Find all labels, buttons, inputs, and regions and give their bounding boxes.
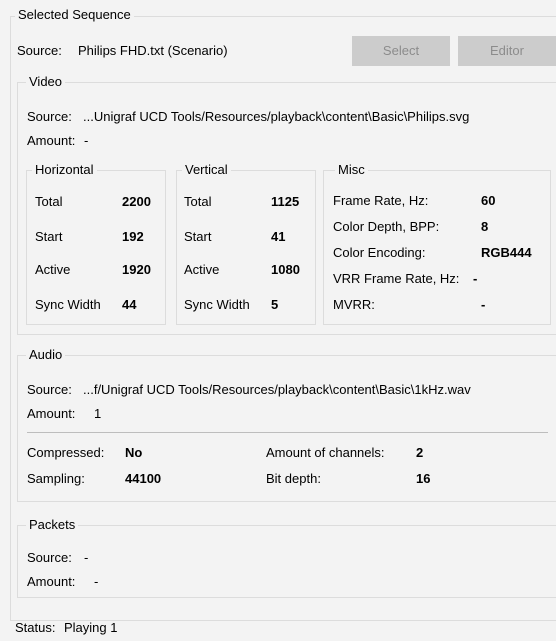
misc-vrr-frame-rate-label: VRR Frame Rate, Hz: bbox=[333, 271, 460, 286]
select-button[interactable]: Select bbox=[352, 36, 450, 66]
status-label: Status: bbox=[15, 620, 56, 635]
audio-channels-value: 2 bbox=[416, 445, 424, 460]
vertical-total-label: Total bbox=[184, 194, 212, 209]
horizontal-active-label: Active bbox=[35, 262, 71, 277]
video-source-label: Source: bbox=[27, 109, 72, 124]
sequence-source-value: Philips FHD.txt (Scenario) bbox=[78, 43, 228, 58]
horizontal-legend: Horizontal bbox=[32, 163, 97, 177]
vertical-active-label: Active bbox=[184, 262, 220, 277]
editor-button[interactable]: Editor bbox=[458, 36, 556, 66]
audio-channels-label: Amount of channels: bbox=[266, 445, 385, 460]
video-amount-label: Amount: bbox=[27, 133, 76, 148]
packets-legend: Packets bbox=[26, 518, 79, 532]
vertical-total-value: 1125 bbox=[271, 194, 300, 209]
audio-bitdepth-value: 16 bbox=[416, 471, 431, 486]
audio-amount-label: Amount: bbox=[27, 406, 76, 421]
misc-legend: Misc bbox=[335, 163, 368, 177]
packets-amount-value: - bbox=[94, 574, 99, 589]
misc-mvrr-label: MVRR: bbox=[333, 297, 375, 312]
misc-frame-rate-value: 60 bbox=[481, 193, 496, 208]
horizontal-total-value: 2200 bbox=[122, 194, 151, 209]
video-legend: Video bbox=[26, 75, 66, 89]
audio-divider bbox=[27, 432, 548, 433]
audio-sampling-label: Sampling: bbox=[27, 471, 85, 486]
audio-amount-value: 1 bbox=[94, 406, 102, 421]
misc-mvrr-value: - bbox=[481, 297, 486, 312]
audio-compressed-label: Compressed: bbox=[27, 445, 105, 460]
audio-source-value: ...f/Unigraf UCD Tools/Resources/playbac… bbox=[83, 382, 471, 397]
audio-bitdepth-label: Bit depth: bbox=[266, 471, 321, 486]
audio-legend: Audio bbox=[26, 348, 66, 362]
horizontal-syncwidth-label: Sync Width bbox=[35, 297, 101, 312]
misc-frame-rate-label: Frame Rate, Hz: bbox=[333, 193, 429, 208]
audio-sampling-value: 44100 bbox=[125, 471, 162, 486]
status-value: Playing 1 bbox=[64, 620, 118, 635]
vertical-syncwidth-value: 5 bbox=[271, 297, 279, 312]
packets-amount-label: Amount: bbox=[27, 574, 76, 589]
video-amount-value: - bbox=[84, 133, 89, 148]
vertical-active-value: 1080 bbox=[271, 262, 300, 277]
audio-compressed-value: No bbox=[125, 445, 143, 460]
packets-source-value: - bbox=[84, 550, 89, 565]
horizontal-total-label: Total bbox=[35, 194, 63, 209]
horizontal-syncwidth-value: 44 bbox=[122, 297, 137, 312]
sequence-source-label: Source: bbox=[17, 43, 62, 58]
misc-color-encoding-value: RGB444 bbox=[481, 245, 532, 260]
misc-color-depth-value: 8 bbox=[481, 219, 489, 234]
video-source-value: ...Unigraf UCD Tools/Resources/playback\… bbox=[83, 109, 470, 124]
horizontal-start-label: Start bbox=[35, 229, 63, 244]
vertical-start-label: Start bbox=[184, 229, 212, 244]
vertical-syncwidth-label: Sync Width bbox=[184, 297, 250, 312]
misc-vrr-frame-rate-value: - bbox=[473, 271, 478, 286]
horizontal-start-value: 192 bbox=[122, 229, 144, 244]
vertical-legend: Vertical bbox=[182, 163, 231, 177]
misc-color-depth-label: Color Depth, BPP: bbox=[333, 219, 440, 234]
audio-source-label: Source: bbox=[27, 382, 72, 397]
vertical-start-value: 41 bbox=[271, 229, 286, 244]
selected-sequence-legend: Selected Sequence bbox=[15, 8, 134, 22]
misc-color-encoding-label: Color Encoding: bbox=[333, 245, 426, 260]
packets-source-label: Source: bbox=[27, 550, 72, 565]
horizontal-active-value: 1920 bbox=[122, 262, 151, 277]
